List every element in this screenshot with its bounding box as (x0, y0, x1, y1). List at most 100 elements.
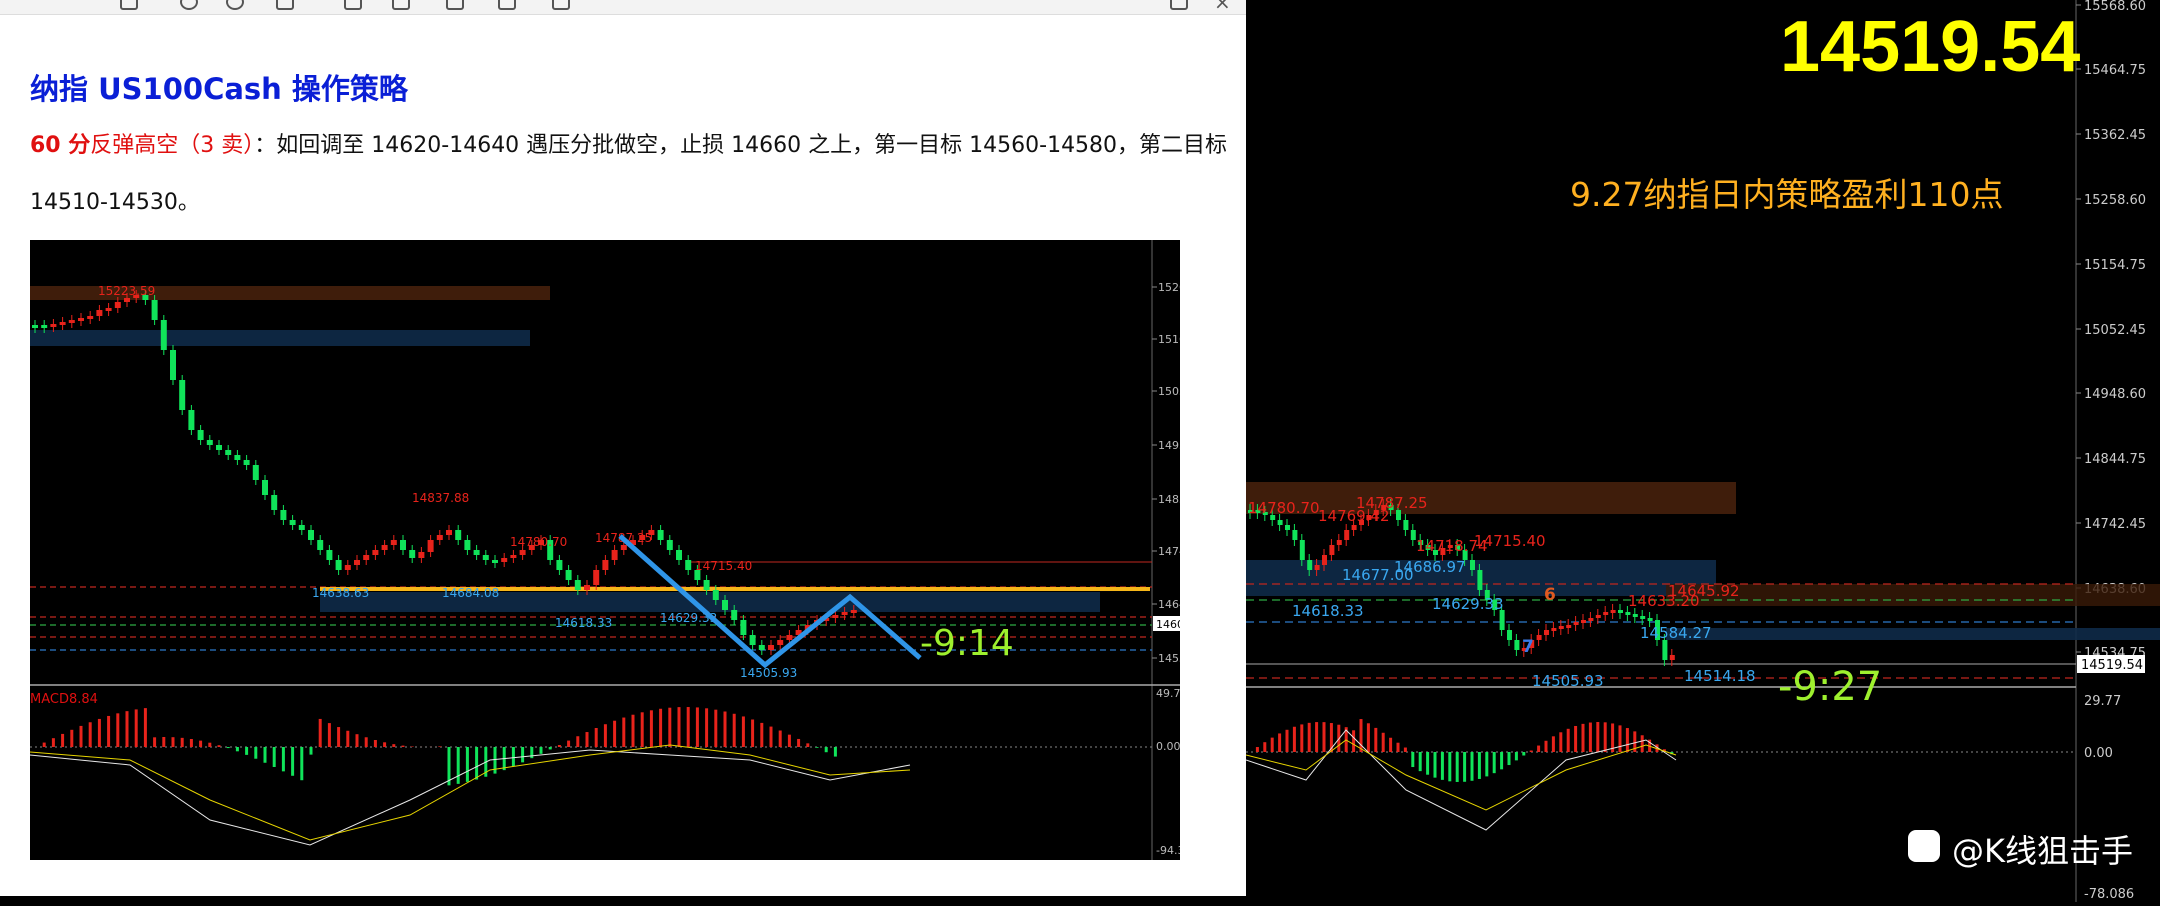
candle (1299, 540, 1305, 560)
candle (786, 635, 793, 640)
right-chart[interactable]: 15568.60 15464.75 15362.45 15258.60 15154.75… (1245, 0, 2160, 902)
candle (1536, 635, 1542, 640)
restore-icon[interactable] (1170, 0, 1188, 10)
price-label: 14787.25 (1356, 494, 1428, 512)
export-icon[interactable] (392, 0, 410, 10)
price-label: 14684.08 (442, 586, 499, 600)
candle (1632, 614, 1638, 617)
candle (1322, 555, 1327, 565)
price-label: 14618.33 (1292, 602, 1364, 620)
candle (1403, 520, 1409, 530)
candle (68, 320, 75, 323)
candle (841, 612, 848, 615)
support-zone-2 (1666, 628, 2160, 640)
support-zone (30, 330, 530, 346)
macd-axis-label: 29.77 (2084, 694, 2121, 709)
candle (1285, 525, 1290, 530)
candle (482, 555, 489, 560)
candle (363, 555, 370, 560)
save-icon[interactable] (552, 0, 570, 10)
candle (1662, 640, 1668, 660)
close-icon[interactable]: × (1214, 0, 1232, 14)
candle (418, 552, 425, 558)
candle (326, 550, 333, 560)
candle (1558, 626, 1564, 629)
candle (473, 550, 480, 555)
candle (170, 350, 176, 380)
time-label: -9:27 (1778, 664, 1882, 710)
candle (160, 320, 167, 350)
candle (354, 560, 360, 565)
candle (501, 558, 508, 562)
signal-line (29, 744, 911, 841)
candle (216, 445, 222, 450)
strategy-text: 60 分反弹高空（3 卖）：如回调至 14620-14640 遇压分批做空，止损… (30, 127, 1227, 159)
price-axis-label: 14948.60 (2084, 387, 2146, 402)
macd-line (29, 749, 911, 846)
profit-note: 9.27纳指日内策略盈利110点 (1570, 175, 2004, 214)
candle (602, 560, 609, 570)
zoom-out-icon[interactable] (226, 0, 244, 10)
candle (1581, 620, 1586, 623)
price-label: 15223.59 (98, 284, 155, 298)
crop-icon[interactable] (498, 0, 516, 10)
price-axis-label: 15154.75 (2084, 258, 2146, 273)
candle (179, 380, 186, 410)
resistance-zone-2 (1666, 584, 2160, 606)
candle (731, 610, 738, 620)
candle (87, 316, 94, 319)
candle (519, 550, 526, 555)
price-axis-label: 15269.30 (1158, 281, 1180, 294)
candle (620, 545, 627, 550)
grid-icon[interactable] (120, 0, 138, 10)
macd-axis-label: -94.341 (1156, 844, 1180, 857)
candle (593, 570, 600, 585)
price-label: 14584.27 (1640, 624, 1712, 642)
candle (114, 302, 121, 308)
candle (400, 540, 406, 550)
candle (317, 540, 324, 550)
candle (372, 550, 379, 555)
price-label: 14633.20 (1628, 592, 1700, 610)
watermark: @K线狙击手 (1952, 832, 2133, 870)
left-chart-canvas[interactable]: 15269.30 15165.30 15059.70 14955.70 14850.10… (29, 240, 1211, 860)
candle (850, 610, 857, 613)
left-chart[interactable]: 15269.30 15165.30 15059.70 14955.70 14850.10… (29, 240, 1211, 860)
candle (225, 450, 232, 455)
candle (271, 495, 278, 510)
candle (722, 600, 728, 610)
candle (298, 525, 305, 530)
price-label: 14780.70 (1248, 499, 1320, 517)
price-axis-label: 14844.75 (2084, 452, 2146, 467)
candle (243, 460, 250, 465)
zoom-in-icon[interactable] (180, 0, 198, 10)
candle (1329, 545, 1335, 555)
price-axis-label: 14536.50 (1158, 652, 1180, 665)
candle (703, 580, 710, 590)
candle (96, 310, 103, 316)
candle (1499, 610, 1505, 630)
price-label: 14715.40 (695, 559, 752, 573)
strategy-detail: ：如回调至 14620-14640 遇压分批做空，止损 14660 之上，第一目… (254, 133, 1228, 158)
macd-label: MACD8.84 (30, 692, 98, 707)
macd-axis-label: 49.747 (1156, 687, 1180, 700)
candle (1514, 640, 1520, 650)
candle (777, 640, 784, 645)
candle (492, 560, 498, 563)
candle (768, 645, 774, 650)
fit-icon[interactable] (276, 0, 294, 10)
candle (1507, 630, 1512, 640)
candle (676, 550, 682, 560)
price-axis-label: 14850.10 (1158, 493, 1180, 506)
candle (59, 322, 66, 325)
candle (234, 455, 241, 460)
copy-icon[interactable] (344, 0, 362, 10)
candle (1647, 618, 1653, 621)
macd-axis-label: 0.00 (1156, 740, 1180, 753)
price-label: 14618.33 (555, 616, 612, 630)
edit-icon[interactable] (446, 0, 464, 10)
price-axis-label: 15362.45 (2084, 128, 2146, 143)
candle (565, 570, 572, 580)
right-chart-canvas[interactable]: 15568.60 15464.75 15362.45 15258.60 15154.75… (1245, 0, 2160, 902)
candle (1610, 610, 1616, 613)
